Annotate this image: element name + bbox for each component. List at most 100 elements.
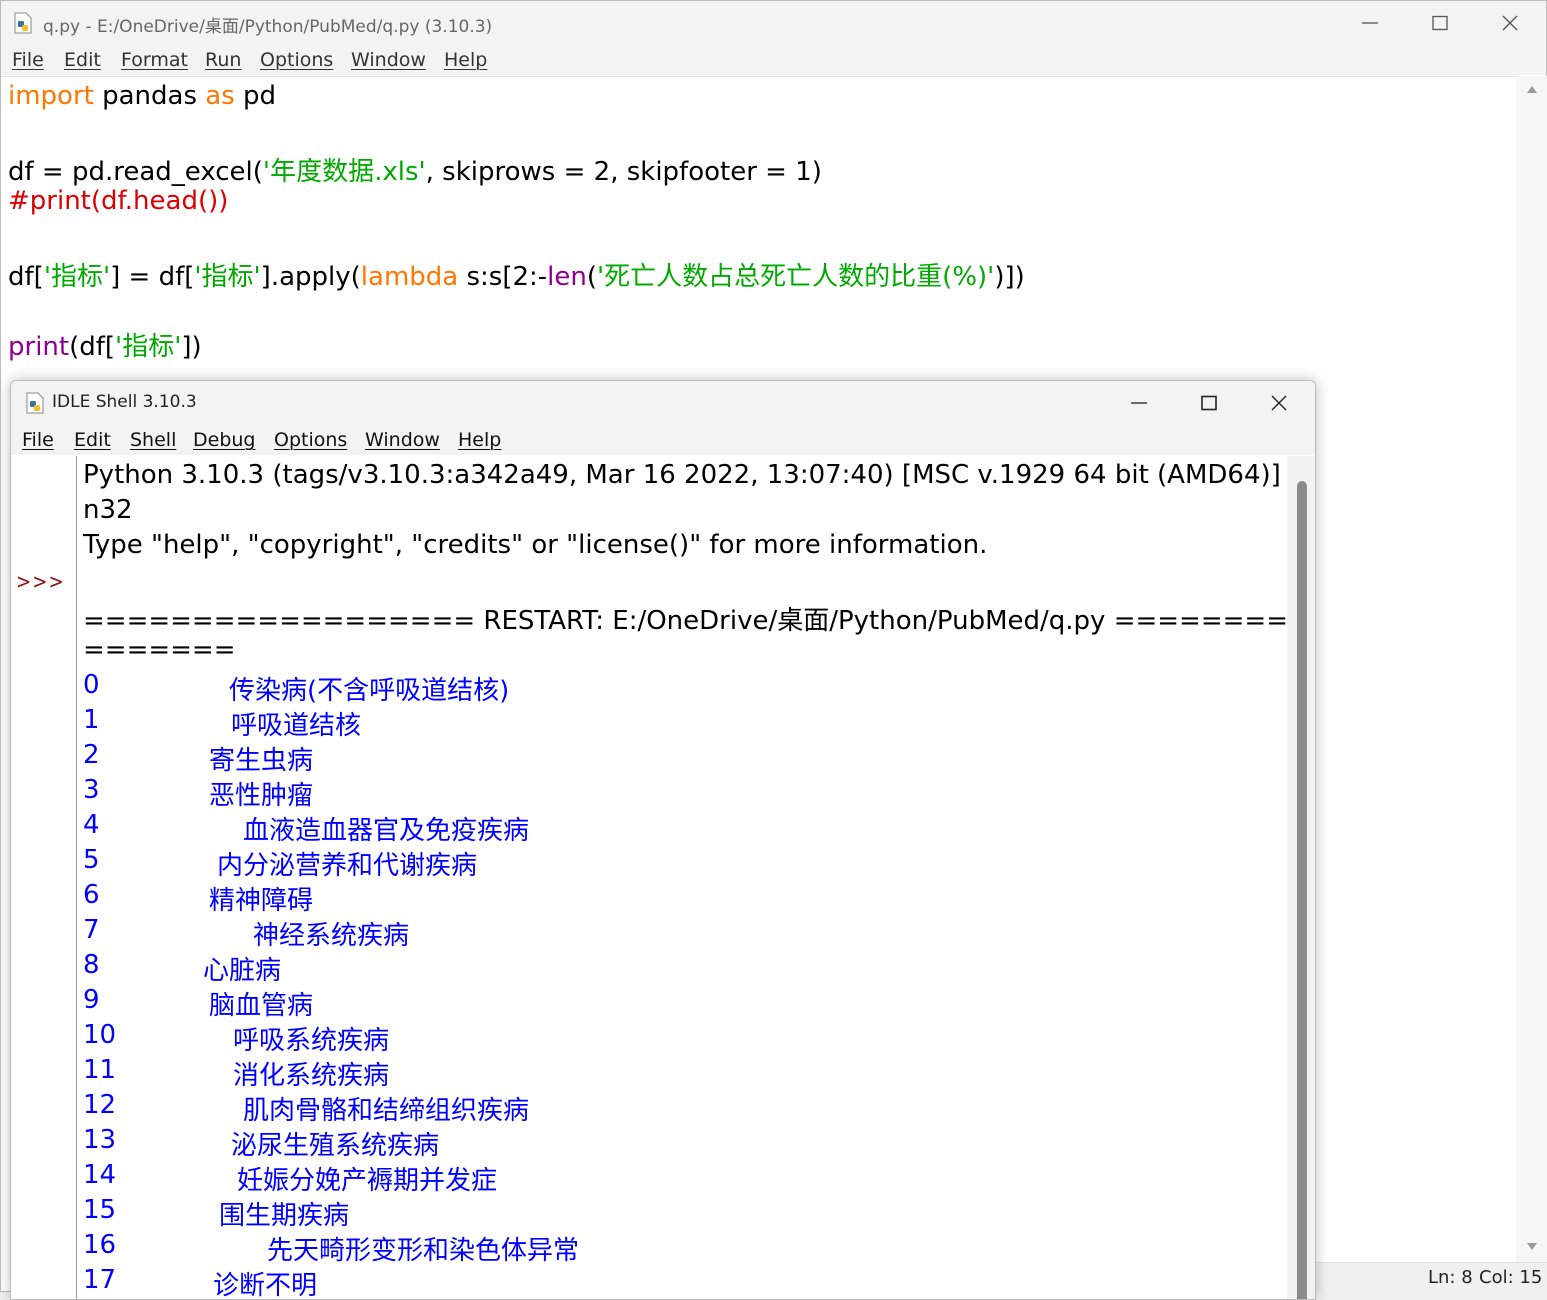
restart-line: =======	[83, 635, 236, 665]
output-row-index: 7	[83, 915, 100, 945]
output-row-value: 寄生虫病	[209, 746, 314, 776]
editor-close-button[interactable]	[1476, 1, 1546, 45]
builtin: print	[8, 332, 70, 362]
code-line-1: import pandas as pd	[8, 81, 276, 111]
output-row-index: 11	[83, 1055, 117, 1085]
output-row-value: 肌肉骨骼和结缔组织疾病	[243, 1096, 530, 1126]
output-row-value: 心脏病	[203, 956, 282, 986]
keyword: lambda	[360, 262, 459, 292]
output-row-value: 精神障碍	[209, 886, 314, 916]
output-row-value: 血液造血器官及免疫疾病	[243, 816, 530, 846]
shell-close-button[interactable]	[1245, 381, 1315, 425]
shell-prompt: >>>	[17, 570, 66, 595]
code-text: ])	[181, 332, 202, 362]
status-column: Col: 15	[1479, 1267, 1543, 1288]
editor-menu-window[interactable]: Window	[351, 49, 426, 71]
code-line-6: df['指标'] = df['指标'].apply(lambda s:s[2:-…	[8, 256, 1025, 293]
editor-title: q.py - E:/OneDrive/桌面/Python/PubMed/q.py…	[43, 17, 493, 37]
editor-maximize-button[interactable]	[1406, 1, 1476, 45]
shell-menu-help[interactable]: Help	[458, 429, 501, 451]
code-text: df[	[8, 262, 44, 292]
output-row-index: 17	[83, 1265, 117, 1295]
code-text: pandas	[93, 81, 206, 111]
shell-text-area[interactable]: Python 3.10.3 (tags/v3.10.3:a342a49, Mar…	[77, 456, 1287, 1300]
scroll-down-icon[interactable]	[1526, 1242, 1538, 1252]
output-row-value: 传染病(不含呼吸道结核)	[229, 676, 510, 706]
editor-menu-file[interactable]: File	[12, 49, 44, 71]
output-row-value: 神经系统疾病	[253, 921, 410, 951]
output-row-value: 诊断不明	[213, 1271, 318, 1300]
close-icon	[1502, 15, 1518, 31]
shell-window: IDLE Shell 3.10.3 File Edit Shell Debug …	[10, 380, 1316, 1300]
maximize-icon	[1432, 15, 1448, 31]
code-line-8: print(df['指标'])	[8, 326, 202, 363]
output-row-value: 先天畸形变形和染色体异常	[267, 1236, 580, 1266]
editor-statusbar: Ln: 8 Col: 15	[1316, 1262, 1547, 1293]
shell-menubar: File Edit Shell Debug Options Window Hel…	[11, 425, 1315, 455]
output-row-index: 10	[83, 1020, 117, 1050]
code-text: , skiprows = 2, skipfooter = 1)	[425, 157, 822, 187]
editor-scrollbar[interactable]	[1516, 76, 1547, 1262]
shell-menu-edit[interactable]: Edit	[74, 429, 111, 451]
output-row-value: 呼吸系统疾病	[233, 1026, 390, 1056]
keyword: import	[8, 81, 94, 111]
string-literal: '指标'	[43, 262, 111, 292]
editor-menu-run[interactable]: Run	[205, 49, 241, 71]
builtin: len	[547, 262, 587, 292]
output-row-value: 呼吸道结核	[231, 711, 362, 741]
output-row-index: 13	[83, 1125, 117, 1155]
code-text: ] = df[	[110, 262, 195, 292]
code-line-3: df = pd.read_excel('年度数据.xls', skiprows …	[8, 151, 822, 188]
shell-maximize-button[interactable]	[1175, 381, 1245, 425]
shell-scrollbar-thumb[interactable]	[1297, 481, 1307, 1299]
shell-title: IDLE Shell 3.10.3	[52, 392, 197, 412]
output-row-index: 9	[83, 985, 100, 1015]
output-row-index: 16	[83, 1230, 117, 1260]
output-row-index: 4	[83, 810, 100, 840]
restart-line: ================== RESTART: E:/OneDrive/…	[83, 606, 1287, 636]
output-row-index: 2	[83, 740, 100, 770]
banner-line: Type "help", "copyright", "credits" or "…	[83, 530, 988, 560]
editor-menu-options[interactable]: Options	[260, 49, 333, 71]
shell-titlebar: IDLE Shell 3.10.3	[11, 381, 1315, 425]
code-text: df = pd.read_excel(	[8, 157, 263, 187]
shell-menu-file[interactable]: File	[22, 429, 54, 451]
output-row-index: 3	[83, 775, 100, 805]
shell-menu-window[interactable]: Window	[365, 429, 440, 451]
output-row-index: 12	[83, 1090, 117, 1120]
python-file-icon	[14, 12, 32, 34]
output-row-value: 消化系统疾病	[233, 1061, 390, 1091]
shell-scrollbar[interactable]	[1287, 456, 1315, 1299]
editor-minimize-button[interactable]	[1336, 1, 1406, 45]
output-row-value: 内分泌营养和代谢疾病	[217, 851, 478, 881]
output-row-value: 妊娠分娩产褥期并发症	[237, 1166, 498, 1196]
output-row-index: 5	[83, 845, 100, 875]
output-row-index: 15	[83, 1195, 117, 1225]
shell-menu-debug[interactable]: Debug	[193, 429, 255, 451]
output-row-value: 恶性肿瘤	[209, 781, 314, 811]
string-literal: '死亡人数占总死亡人数的比重(%)'	[597, 262, 995, 292]
code-text: ].apply(	[260, 262, 361, 292]
editor-menu-edit[interactable]: Edit	[64, 49, 101, 71]
output-row-index: 6	[83, 880, 100, 910]
scroll-up-icon[interactable]	[1526, 84, 1538, 94]
keyword: as	[205, 81, 235, 111]
editor-menu-help[interactable]: Help	[444, 49, 487, 71]
python-shell-icon	[26, 392, 44, 414]
status-line: Ln: 8	[1428, 1267, 1473, 1288]
output-row-index: 14	[83, 1160, 117, 1190]
code-text: s:s[2:-	[458, 262, 548, 292]
shell-menu-options[interactable]: Options	[274, 429, 347, 451]
editor-titlebar: q.py - E:/OneDrive/桌面/Python/PubMed/q.py…	[1, 1, 1546, 45]
output-row-value: 泌尿生殖系统疾病	[231, 1131, 440, 1161]
string-literal: '指标'	[115, 332, 182, 362]
shell-minimize-button[interactable]	[1105, 381, 1175, 425]
shell-output: Python 3.10.3 (tags/v3.10.3:a342a49, Mar…	[83, 456, 1287, 1300]
output-row-index: 0	[83, 670, 100, 700]
output-row-value: 围生期疾病	[219, 1201, 350, 1231]
string-literal: '年度数据.xls'	[262, 157, 426, 187]
code-line-4-comment: #print(df.head())	[8, 186, 229, 216]
editor-code: import pandas as pd df = pd.read_excel('…	[8, 77, 1508, 397]
editor-menu-format[interactable]: Format	[121, 49, 188, 71]
shell-menu-shell[interactable]: Shell	[130, 429, 176, 451]
